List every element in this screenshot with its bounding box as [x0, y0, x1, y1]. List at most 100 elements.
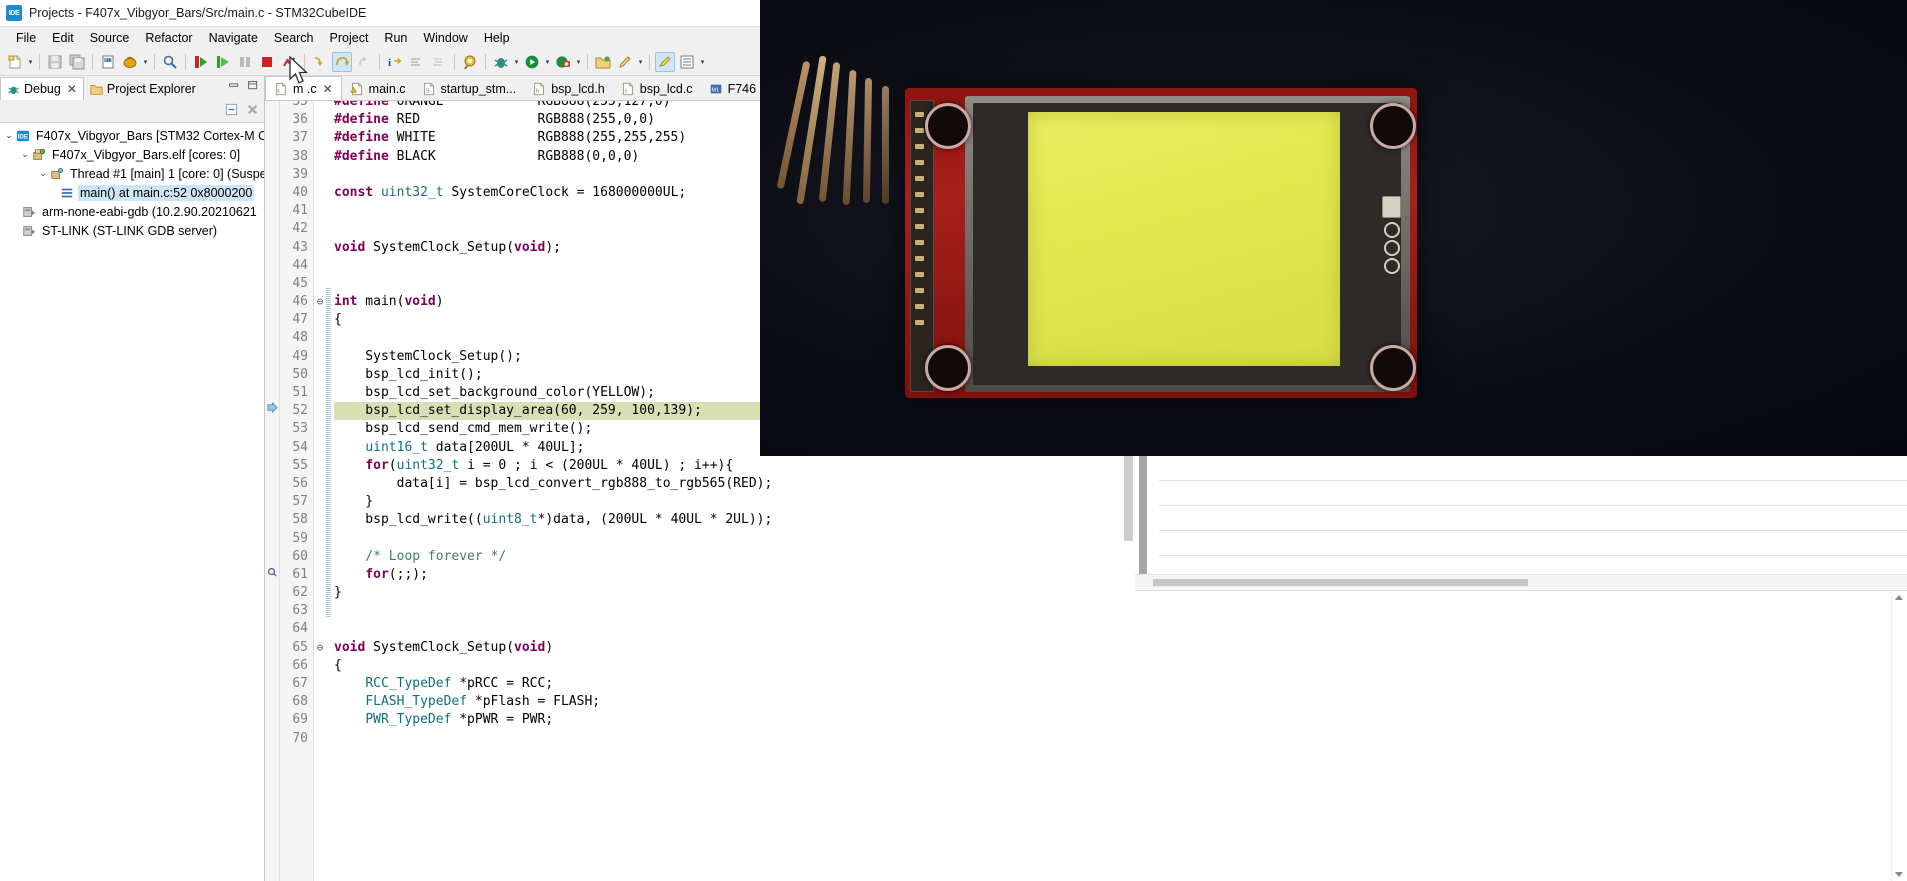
- tab-f746[interactable]: M1 F746: [701, 77, 765, 100]
- code-line[interactable]: {: [334, 657, 1135, 675]
- menu-item-run[interactable]: Run: [376, 29, 415, 47]
- scroll-down-arrow-icon[interactable]: [1895, 872, 1903, 877]
- tree-item-stack-frame[interactable]: main() at main.c:52 0x8000200: [0, 183, 264, 202]
- fold-toggle-icon[interactable]: ⊖: [314, 639, 326, 657]
- code-line[interactable]: }: [334, 493, 1135, 511]
- remove-all-terminated-icon[interactable]: [245, 102, 260, 120]
- tab-main-c[interactable]: c main.c: [342, 77, 414, 100]
- step-into-icon[interactable]: [310, 52, 330, 72]
- new-dropdown-icon[interactable]: ▾: [26, 52, 35, 72]
- debug-config-icon[interactable]: [120, 52, 140, 72]
- table-row[interactable]: [1159, 481, 1907, 506]
- menu-item-project[interactable]: Project: [322, 29, 377, 47]
- code-line[interactable]: [334, 730, 1135, 748]
- code-line[interactable]: }: [334, 584, 1135, 602]
- code-line[interactable]: [334, 602, 1135, 620]
- build-icon[interactable]: 010: [98, 52, 118, 72]
- code-line[interactable]: bsp_lcd_write((uint8_t*)data, (200UL * 4…: [334, 511, 1135, 529]
- open-perspective-icon[interactable]: [593, 52, 613, 72]
- tab-debug[interactable]: Debug ✕: [0, 77, 84, 100]
- terminate-resume-icon[interactable]: [191, 52, 211, 72]
- run-dropdown-icon[interactable]: ▾: [543, 52, 552, 72]
- run-icon[interactable]: [522, 52, 542, 72]
- code-line[interactable]: FLASH_TypeDef *pFlash = FLASH;: [334, 693, 1135, 711]
- pencil-icon[interactable]: [615, 52, 635, 72]
- panel-vertical-scrollbar[interactable]: [1136, 456, 1148, 580]
- table-row[interactable]: [1159, 456, 1907, 481]
- minimize-icon[interactable]: [228, 79, 241, 95]
- code-line[interactable]: PWR_TypeDef *pPWR = PWR;: [334, 711, 1135, 729]
- tab-bsp-lcd-h[interactable]: h bsp_lcd.h: [524, 77, 613, 100]
- task-list-icon[interactable]: [677, 52, 697, 72]
- chevron-down-icon[interactable]: ⌄: [18, 149, 32, 160]
- tree-item-launch-config[interactable]: ⌄ IDE F407x_Vibgyor_Bars [STM32 Cortex-M…: [0, 126, 264, 145]
- tab-startup-stm[interactable]: S startup_stm...: [414, 77, 525, 100]
- terminate-icon[interactable]: [257, 52, 277, 72]
- resume-icon[interactable]: [213, 52, 233, 72]
- tab-main-c-active[interactable]: c m .c ✕: [265, 76, 342, 100]
- highlight-icon[interactable]: [655, 52, 675, 72]
- menu-item-edit[interactable]: Edit: [44, 29, 82, 47]
- code-line[interactable]: void SystemClock_Setup(void): [334, 639, 1135, 657]
- menu-item-navigate[interactable]: Navigate: [201, 29, 266, 47]
- scroll-up-arrow-icon[interactable]: [1895, 595, 1903, 600]
- code-line[interactable]: [334, 620, 1135, 638]
- debug-tree[interactable]: ⌄ IDE F407x_Vibgyor_Bars [STM32 Cortex-M…: [0, 123, 264, 881]
- debug-config-dropdown-icon[interactable]: ▾: [141, 52, 150, 72]
- chevron-down-icon[interactable]: ⌄: [2, 130, 16, 141]
- fold-toggle-icon[interactable]: ⊖: [314, 293, 326, 311]
- tab-project-explorer[interactable]: Project Explorer: [84, 78, 202, 100]
- lcd-screen: [1028, 112, 1340, 366]
- maximize-icon[interactable]: [247, 79, 260, 95]
- scrollbar-thumb[interactable]: [1139, 456, 1147, 580]
- menu-item-window[interactable]: Window: [415, 29, 475, 47]
- close-icon[interactable]: ✕: [323, 82, 333, 96]
- instruction-stepping-icon[interactable]: i: [385, 52, 405, 72]
- task-list-dropdown-icon[interactable]: ▾: [698, 52, 707, 72]
- menu-item-source[interactable]: Source: [82, 29, 138, 47]
- code-line[interactable]: [334, 530, 1135, 548]
- close-icon[interactable]: ✕: [67, 82, 77, 96]
- step-return-icon[interactable]: [354, 52, 374, 72]
- disconnect-icon[interactable]: [279, 52, 299, 72]
- prev-edit-icon[interactable]: [429, 52, 449, 72]
- new-icon[interactable]: [5, 52, 25, 72]
- bug-config-dropdown-icon[interactable]: ▾: [512, 52, 521, 72]
- panel-horizontal-scrollbar[interactable]: [1135, 574, 1907, 589]
- code-line[interactable]: for(uint32_t i = 0 ; i < (200UL * 40UL) …: [334, 457, 1135, 475]
- code-line[interactable]: for(;;);: [334, 566, 1135, 584]
- tree-item-thread[interactable]: ⌄ Thread #1 [main] 1 [core: 0] (Suspe: [0, 164, 264, 183]
- chevron-down-icon[interactable]: ⌄: [36, 168, 50, 179]
- tree-item-elf-target[interactable]: ⌄ F407x_Vibgyor_Bars.elf [cores: 0]: [0, 145, 264, 164]
- save-all-icon[interactable]: [67, 52, 87, 72]
- scrollbar-thumb[interactable]: [1153, 579, 1528, 586]
- toolbar-separator: [304, 54, 305, 70]
- tree-item-stlink-process[interactable]: ST-LINK (ST-LINK GDB server): [0, 221, 264, 240]
- suspend-icon[interactable]: [235, 52, 255, 72]
- tab-bsp-lcd-c[interactable]: c bsp_lcd.c: [613, 77, 701, 100]
- search-icon[interactable]: [460, 52, 480, 72]
- step-over-icon[interactable]: [332, 52, 352, 72]
- panel-lower-scrollbar[interactable]: [1891, 591, 1907, 881]
- bug-config-icon[interactable]: [491, 52, 511, 72]
- debug-icon[interactable]: [553, 52, 573, 72]
- menu-item-search[interactable]: Search: [266, 29, 322, 47]
- menu-item-refactor[interactable]: Refactor: [137, 29, 200, 47]
- collapse-all-icon[interactable]: [224, 102, 239, 120]
- code-line[interactable]: /* Loop forever */: [334, 548, 1135, 566]
- pencil-dropdown-icon[interactable]: ▾: [636, 52, 645, 72]
- debug-dropdown-icon[interactable]: ▾: [574, 52, 583, 72]
- menu-item-file[interactable]: File: [8, 29, 44, 47]
- tree-item-gdb-process[interactable]: arm-none-eabi-gdb (10.2.90.20210621: [0, 202, 264, 221]
- save-icon[interactable]: [45, 52, 65, 72]
- fold-slot: [314, 166, 326, 184]
- table-row[interactable]: [1159, 506, 1907, 531]
- editor-marker-bar[interactable]: [265, 101, 280, 881]
- menu-item-help[interactable]: Help: [476, 29, 518, 47]
- code-line[interactable]: RCC_TypeDef *pRCC = RCC;: [334, 675, 1135, 693]
- code-line[interactable]: data[i] = bsp_lcd_convert_rgb888_to_rgb5…: [334, 475, 1135, 493]
- table-row[interactable]: [1159, 531, 1907, 556]
- code-folding-gutter[interactable]: ⊖ ⊖: [314, 101, 326, 881]
- external-tools-icon[interactable]: [160, 52, 180, 72]
- next-edit-icon[interactable]: [407, 52, 427, 72]
